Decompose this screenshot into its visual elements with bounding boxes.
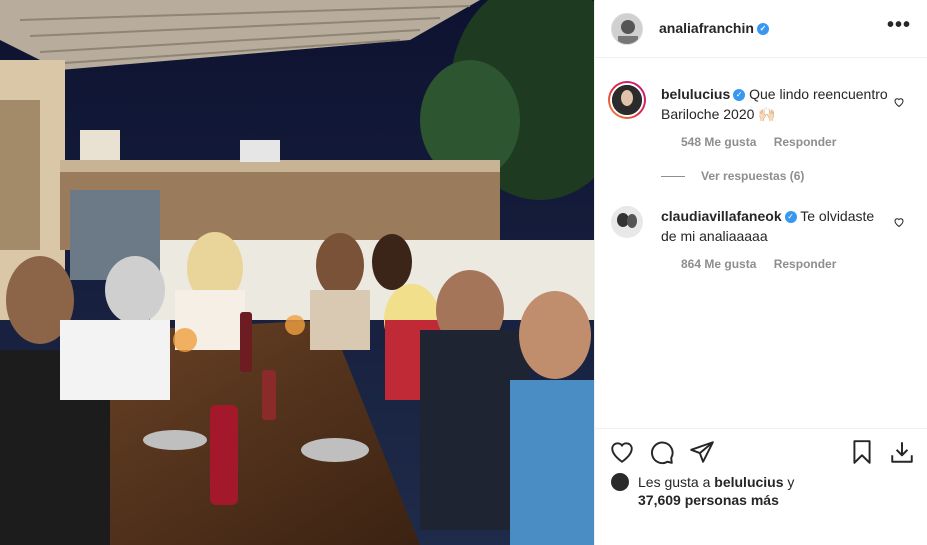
share-icon[interactable]: [689, 439, 715, 465]
reply-button[interactable]: Responder: [774, 257, 837, 271]
post-actions: Les gusta a belulucius y 37,609 personas…: [595, 428, 927, 545]
comment-meta: 864 Me gusta Responder: [681, 257, 850, 271]
reply-button[interactable]: Responder: [774, 135, 837, 149]
comment-likes[interactable]: 864 Me gusta: [681, 257, 756, 271]
post-side-panel: analiafranchin ✓ ••• belulucius ✓ Que lind…: [594, 0, 927, 545]
replies-divider: [661, 176, 685, 178]
author-username[interactable]: analiafranchin ✓: [659, 20, 769, 36]
likes-prefix: Les gusta a: [638, 474, 711, 490]
download-icon[interactable]: [889, 439, 915, 465]
comment-heart-icon[interactable]: [893, 96, 905, 108]
post-header: analiafranchin ✓ •••: [595, 0, 927, 58]
post-photo[interactable]: [0, 0, 594, 545]
liker-avatar[interactable]: [611, 473, 629, 491]
liker-username[interactable]: belulucius: [714, 474, 783, 490]
verified-badge-icon: ✓: [733, 89, 746, 102]
comment-body: claudiavillafaneok ✓ Te olvidaste de mi a…: [661, 206, 891, 246]
comment-icon[interactable]: [649, 439, 675, 465]
comment-meta: 548 Me gusta Responder: [681, 135, 850, 149]
comment-username[interactable]: claudiavillafaneok: [661, 208, 782, 224]
likes-others[interactable]: 37,609 personas más: [638, 491, 779, 509]
author-username-text[interactable]: analiafranchin: [659, 20, 754, 36]
comment-body: belulucius ✓ Que lindo reencuentro Barilo…: [661, 84, 891, 124]
more-icon[interactable]: •••: [887, 14, 911, 37]
author-avatar[interactable]: [611, 13, 643, 45]
comment-username[interactable]: belulucius: [661, 86, 730, 102]
commenter-avatar[interactable]: [611, 206, 643, 238]
view-replies-button[interactable]: Ver respuestas (6): [661, 169, 804, 183]
heart-icon[interactable]: [609, 439, 635, 465]
comment-heart-icon[interactable]: [893, 216, 905, 228]
view-replies-label[interactable]: Ver respuestas (6): [701, 169, 804, 183]
likes-line-1: Les gusta a belulucius y: [638, 473, 794, 491]
verified-badge-icon: ✓: [756, 23, 769, 36]
likes-suffix: y: [787, 474, 795, 490]
commenter-avatar[interactable]: [608, 81, 646, 119]
verified-badge-icon: ✓: [784, 211, 797, 224]
comment-likes[interactable]: 548 Me gusta: [681, 135, 756, 149]
group-dinner-photo: [0, 0, 594, 545]
bookmark-icon[interactable]: [849, 439, 875, 465]
